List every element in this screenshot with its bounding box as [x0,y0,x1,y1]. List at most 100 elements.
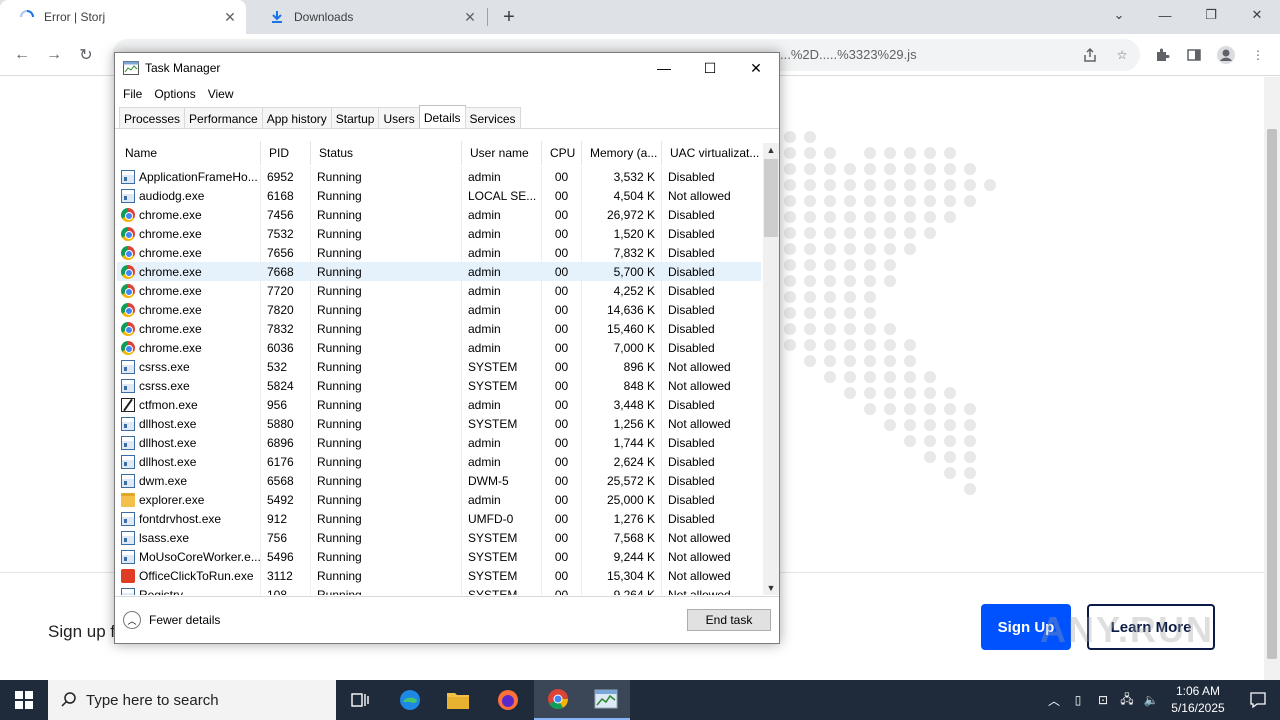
process-pid: 108 [261,585,311,595]
scroll-up-icon[interactable]: ▲ [763,143,779,157]
profile-avatar-icon[interactable] [1214,43,1238,67]
table-row[interactable]: dllhost.exe 6896 Running admin 00 1,744 K Disa… [117,433,761,452]
table-row[interactable]: fontdrvhost.exe 912 Running UMFD-0 00 1,276 K… [117,509,761,528]
column-status[interactable]: Status [311,141,462,165]
tab-app-history[interactable]: App history [261,107,332,129]
scroll-down-icon[interactable]: ▼ [763,581,779,595]
column-memory[interactable]: Memory (a... [582,141,662,165]
map-dot [844,275,856,287]
table-row[interactable]: ApplicationFrameHo... 6952 Running admin 00 3… [117,167,761,186]
process-pid: 6952 [261,167,311,186]
new-tab-button[interactable]: + [498,6,520,28]
tab-downloads[interactable]: Downloads ✕ [250,0,486,34]
battery-icon[interactable]: ⊡ [1092,680,1114,720]
table-row[interactable]: chrome.exe 7532 Running admin 00 1,520 K Disab… [117,224,761,243]
process-memory: 848 K [582,376,662,395]
notification-icon[interactable] [1236,680,1280,720]
column-pid[interactable]: PID [261,141,311,165]
table-row[interactable]: dllhost.exe 5880 Running SYSTEM 00 1,256 K Not… [117,414,761,433]
column-uac[interactable]: UAC virtualizat... [662,141,761,165]
start-button[interactable] [0,680,48,720]
volume-icon[interactable]: 🔈 [1140,680,1162,720]
menu-file[interactable]: File [123,87,142,101]
file-explorer-icon[interactable] [434,680,482,720]
table-row[interactable]: OfficeClickToRun.exe 3112 Running SYSTEM 00 1… [117,566,761,585]
table-row[interactable]: csrss.exe 532 Running SYSTEM 00 896 K Not allo… [117,357,761,376]
scrollbar-thumb[interactable] [764,159,778,237]
forward-button[interactable]: → [42,43,66,67]
table-row[interactable]: chrome.exe 7820 Running admin 00 14,636 K Disa… [117,300,761,319]
system-clock[interactable]: 1:06 AM 5/16/2025 [1160,683,1236,717]
taskbar-search[interactable]: Type here to search [48,680,336,720]
chevron-up-icon[interactable]: ︿ [1044,680,1064,720]
task-manager-titlebar[interactable]: Task Manager — ☐ ✕ [115,53,779,83]
tab-processes[interactable]: Processes [119,107,186,129]
share-icon[interactable] [1078,43,1102,67]
table-row[interactable]: ctfmon.exe 956 Running admin 00 3,448 K Disabl… [117,395,761,414]
task-view-icon[interactable] [336,680,384,720]
tab-details[interactable]: Details [418,105,466,129]
edge-icon[interactable] [386,680,434,720]
scrollbar-thumb[interactable] [1267,129,1277,659]
menu-view[interactable]: View [208,87,234,101]
map-dot [984,179,996,191]
tab-users[interactable]: Users [378,107,420,129]
menu-kebab-icon[interactable]: ⋮ [1246,43,1270,67]
close-icon[interactable]: ✕ [460,7,480,27]
table-row[interactable]: chrome.exe 7456 Running admin 00 26,972 K Disa… [117,205,761,224]
table-scrollbar[interactable]: ▲ ▼ [763,143,779,595]
reload-button[interactable]: ↻ [74,43,98,67]
side-panel-icon[interactable] [1182,43,1206,67]
table-row[interactable]: dwm.exe 6568 Running DWM-5 00 25,572 K Disable… [117,471,761,490]
process-cpu: 00 [542,167,582,186]
table-row[interactable]: lsass.exe 756 Running SYSTEM 00 7,568 K Not al… [117,528,761,547]
chevron-up-icon: ︿ [123,611,141,629]
tab-performance[interactable]: Performance [184,107,263,129]
table-row[interactable]: chrome.exe 7656 Running admin 00 7,832 K Disab… [117,243,761,262]
end-task-button[interactable]: End task [687,609,771,631]
fewer-details-button[interactable]: ︿ Fewer details [123,611,220,629]
back-button[interactable]: ← [10,43,34,67]
tab-services[interactable]: Services [464,107,521,129]
minimize-button[interactable]: — [1142,0,1188,30]
restore-button[interactable]: ❐ [1188,0,1234,30]
table-row[interactable]: chrome.exe 7720 Running admin 00 4,252 K Disab… [117,281,761,300]
table-row[interactable]: dllhost.exe 6176 Running admin 00 2,624 K Disa… [117,452,761,471]
column-user-name[interactable]: User name [462,141,542,165]
table-row[interactable]: Registry 108 Running SYSTEM 00 9,264 K Not all… [117,585,761,595]
table-row[interactable]: audiodg.exe 6168 Running LOCAL SE... 00 4,504… [117,186,761,205]
map-dot [884,179,896,191]
footer-divider [115,596,779,597]
column-cpu[interactable]: CPU [542,141,582,165]
process-cpu: 00 [542,433,582,452]
page-scrollbar[interactable] [1264,77,1280,680]
firefox-icon[interactable] [484,680,532,720]
maximize-button[interactable]: ☐ [687,53,733,83]
tablet-icon[interactable]: ▯ [1068,680,1088,720]
menu-options[interactable]: Options [154,87,195,101]
table-row[interactable]: chrome.exe 7832 Running admin 00 15,460 K Disa… [117,319,761,338]
bookmark-star-icon[interactable]: ☆ [1110,43,1134,67]
table-row[interactable]: chrome.exe 6036 Running admin 00 7,000 K Disab… [117,338,761,357]
table-row[interactable]: explorer.exe 5492 Running admin 00 25,000 K Di… [117,490,761,509]
table-row[interactable]: chrome.exe 7668 Running admin 00 5,700 K Disab… [117,262,761,281]
map-dot [804,227,816,239]
close-button[interactable]: ✕ [733,53,779,83]
tab-bar: Processes Performance App history Startu… [119,105,521,129]
tab-title: Downloads [294,10,354,24]
table-row[interactable]: csrss.exe 5824 Running SYSTEM 00 848 K Not all… [117,376,761,395]
column-name[interactable]: ^Name [117,141,261,165]
chrome-icon[interactable] [534,680,582,720]
process-uac: Not allowed [668,568,731,583]
tab-startup[interactable]: Startup [330,107,380,129]
close-icon[interactable]: ✕ [220,7,240,27]
network-icon[interactable]: 🖧 [1116,680,1138,720]
close-window-button[interactable]: ✕ [1234,0,1280,30]
tab-search-icon[interactable]: ⌄ [1096,0,1142,30]
task-manager-taskbar-icon[interactable] [582,680,630,720]
tab-error-storj[interactable]: Error | Storj ✕ [0,0,246,34]
minimize-button[interactable]: — [641,53,687,83]
table-row[interactable]: MoUsoCoreWorker.e... 5496 Running SYSTEM 00 9… [117,547,761,566]
extensions-icon[interactable] [1150,43,1174,67]
map-dot [864,147,876,159]
